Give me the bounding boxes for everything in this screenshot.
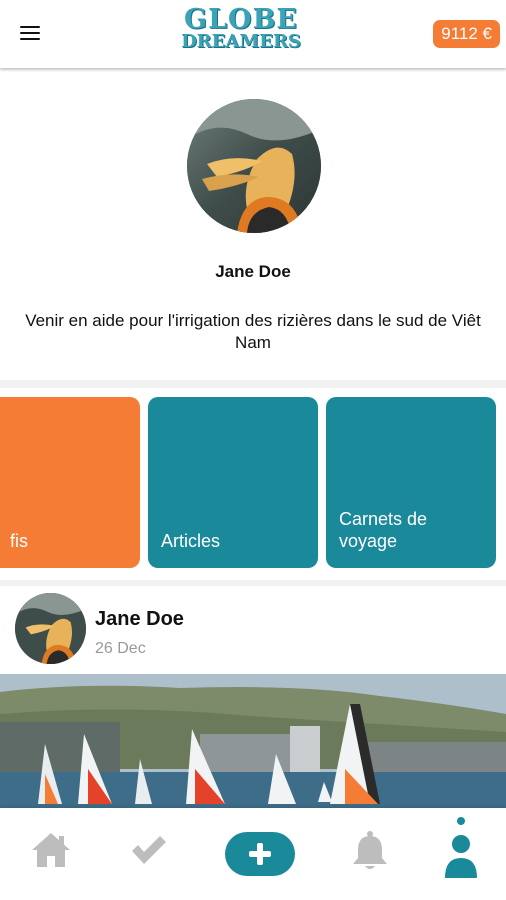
app-logo[interactable]: GLOBE DREAMERS bbox=[170, 6, 312, 51]
card-label: Carnets de voyage bbox=[339, 509, 428, 551]
home-icon[interactable] bbox=[30, 830, 72, 875]
bottom-navigation bbox=[0, 808, 506, 900]
top-bar: GLOBE DREAMERS 9112 € bbox=[0, 0, 506, 68]
card-carnets-de-voyage[interactable]: Carnets de voyage bbox=[326, 397, 496, 568]
profile-section: Jane Doe Venir en aide pour l'irrigation… bbox=[0, 70, 506, 380]
logo-line1: GLOBE bbox=[184, 4, 298, 35]
profile-avatar[interactable] bbox=[187, 99, 321, 233]
card-label: fis bbox=[10, 531, 28, 551]
check-icon[interactable] bbox=[128, 830, 168, 875]
bell-icon[interactable] bbox=[352, 830, 388, 877]
post-author-name[interactable]: Jane Doe bbox=[95, 608, 184, 631]
add-button[interactable] bbox=[225, 832, 295, 876]
profile-name: Jane Doe bbox=[215, 262, 291, 281]
feed-post[interactable]: Jane Doe 26 Dec bbox=[0, 586, 506, 808]
post-author-avatar[interactable] bbox=[15, 593, 86, 664]
profile-icon[interactable] bbox=[443, 816, 479, 887]
balance-badge[interactable]: 9112 € bbox=[433, 20, 500, 48]
profile-description: Venir en aide pour l'irrigation des rizi… bbox=[25, 311, 481, 352]
card-label: Articles bbox=[161, 531, 221, 551]
menu-icon[interactable] bbox=[20, 26, 40, 42]
post-image[interactable] bbox=[0, 674, 506, 808]
category-carousel[interactable]: fis Articles Carnets de voyage bbox=[0, 388, 506, 580]
card-defis[interactable]: fis bbox=[0, 397, 140, 568]
post-date: 26 Dec bbox=[95, 640, 146, 657]
card-articles[interactable]: Articles bbox=[148, 397, 318, 568]
logo-line2: DREAMERS bbox=[181, 31, 301, 52]
